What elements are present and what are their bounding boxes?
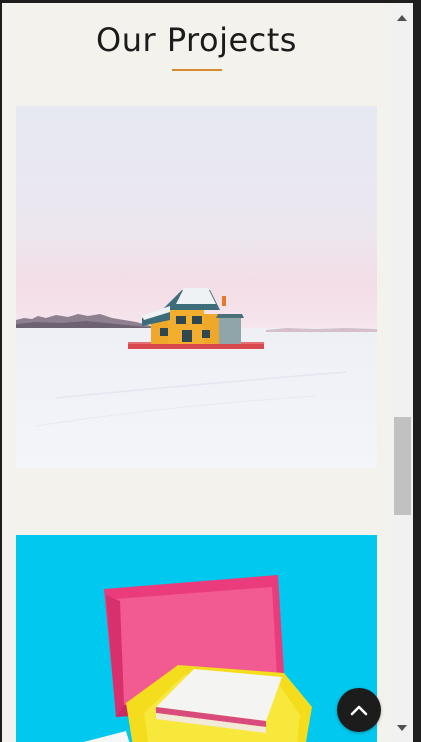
scroll-down-arrow-icon[interactable] xyxy=(391,718,413,738)
title-underline xyxy=(172,69,222,71)
project-card-boxes[interactable] xyxy=(16,535,377,742)
scroll-up-arrow-icon[interactable] xyxy=(391,8,413,28)
boxes-image xyxy=(16,535,377,742)
page-content: Our Projects xyxy=(2,3,391,742)
section-title: Our Projects xyxy=(96,21,297,59)
scroll-thumb[interactable] xyxy=(394,417,411,515)
window-edge xyxy=(413,0,421,742)
chevron-up-icon xyxy=(350,705,368,716)
vertical-scrollbar[interactable] xyxy=(391,3,413,742)
project-card-snow-house[interactable] xyxy=(16,106,377,468)
back-to-top-button[interactable] xyxy=(337,688,381,732)
snow-house-image xyxy=(16,106,377,468)
